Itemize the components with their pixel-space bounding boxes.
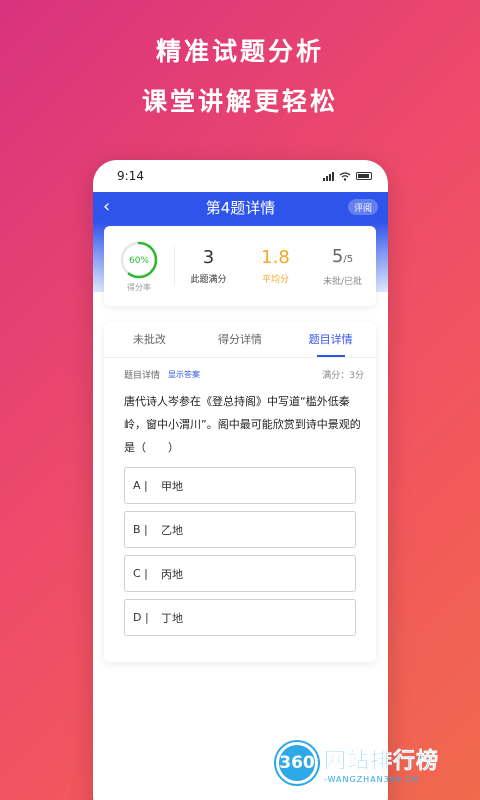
tab-question-details[interactable]: 题目详情 <box>285 322 376 357</box>
marked-total: /5 <box>343 253 354 265</box>
show-answer-link[interactable]: 显示答案 <box>168 369 200 380</box>
tab-score-details[interactable]: 得分详情 <box>195 322 286 357</box>
nav-bar: ‹ 第4题详情 评阅 <box>93 192 388 222</box>
marked-stat: 5/5 未批/已批 <box>309 246 376 287</box>
headline-line-2: 课堂讲解更轻松 <box>141 87 338 116</box>
full-score-label: 此题满分 <box>190 275 227 285</box>
option-text: 丙地 <box>161 567 183 581</box>
status-time: 9:14 <box>117 169 144 183</box>
option-letter: B | <box>133 523 148 536</box>
score-rate-value: 60% <box>129 256 149 266</box>
section-label: 题目详情 <box>124 371 161 381</box>
headline-line-1: 精准试题分析 <box>155 37 324 66</box>
watermark-name: 网站排行榜 <box>324 748 440 774</box>
stats-card: 60% 得分率 3 此题满分 1.8 平均分 5/5 未批/已批 <box>104 226 376 306</box>
grade-button[interactable]: 评阅 <box>347 199 378 215</box>
option-d[interactable]: D | 丁地 <box>124 599 356 636</box>
options-list: A | 甲地 B | 乙地 C | 丙地 D | 丁地 <box>104 459 376 636</box>
full-score-count: 3 <box>202 247 215 268</box>
back-arrow-icon[interactable]: ‹ <box>103 196 110 217</box>
option-a[interactable]: A | 甲地 <box>124 467 356 504</box>
watermark-logo: 360 网站排行榜 -WANGZHAN360.CN <box>276 742 439 784</box>
phone-mockup: 9:14 ‹ 第4题详情 评阅 60% 得分率 3 此题满分 1.8 平均分 5… <box>93 160 388 800</box>
status-bar: 9:14 <box>93 160 388 192</box>
question-text: 唐代诗人岑参在《登总持阁》中写道“槛外低秦岭，窗中小渭川”。阁中最可能欣赏到诗中… <box>124 395 361 454</box>
tab-bar: 未批改 得分详情 题目详情 <box>104 322 376 358</box>
question-detail-card: 未批改 得分详情 题目详情 题目详情 显示答案 满分：3分 唐代诗人岑参在《登总… <box>104 322 376 662</box>
average-stat: 1.8 平均分 <box>242 247 309 285</box>
full-score-text: 满分：3分 <box>322 371 364 381</box>
average-label: 平均分 <box>261 275 289 285</box>
score-rate-label: 得分率 <box>127 282 151 292</box>
option-text: 乙地 <box>161 523 183 537</box>
wifi-icon <box>339 171 351 181</box>
option-b[interactable]: B | 乙地 <box>124 511 356 548</box>
option-letter: D | <box>133 611 149 624</box>
marked-label: 未批/已批 <box>322 276 363 287</box>
battery-icon <box>356 172 372 180</box>
marked-count: 5 <box>331 245 344 267</box>
signal-icon <box>323 171 334 181</box>
watermark-360-icon: 360 <box>276 742 318 784</box>
full-score-stat: 3 此题满分 <box>175 247 242 285</box>
page-title: 第4题详情 <box>205 198 276 217</box>
score-rate-ring: 60% <box>120 241 158 278</box>
score-rate: 60% 得分率 <box>104 240 174 293</box>
tab-ungraded[interactable]: 未批改 <box>104 322 195 357</box>
option-text: 丁地 <box>161 611 183 625</box>
watermark-domain: -WANGZHAN360.CN <box>324 774 420 784</box>
option-letter: C | <box>133 567 148 580</box>
average-value: 1.8 <box>261 247 290 268</box>
option-text: 甲地 <box>161 479 183 493</box>
option-letter: A | <box>133 479 148 492</box>
option-c[interactable]: C | 丙地 <box>124 555 356 592</box>
